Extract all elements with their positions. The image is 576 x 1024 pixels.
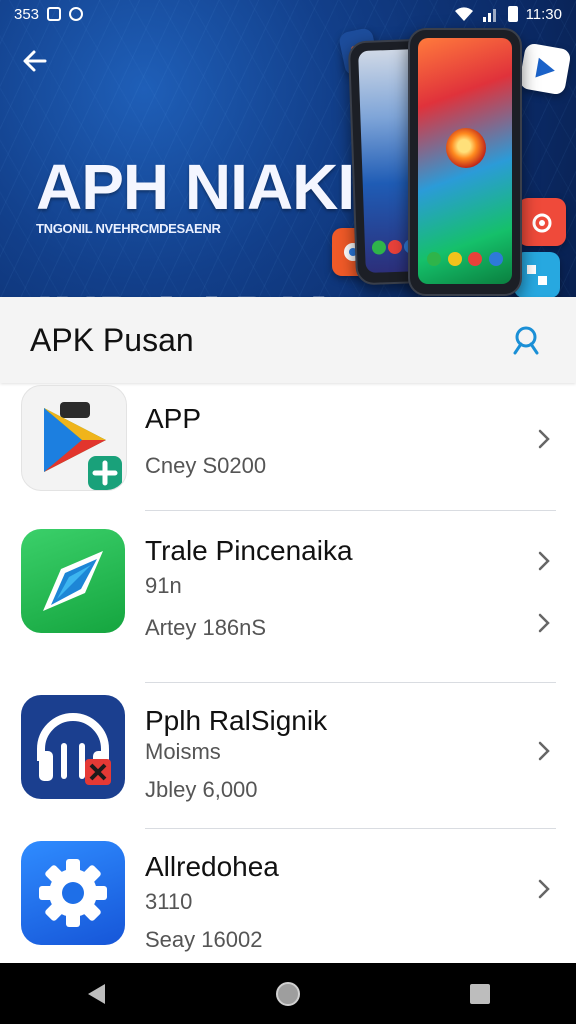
system-nav-bar — [0, 963, 576, 1024]
list-item-app-1[interactable]: APP Cney S0200 — [0, 383, 576, 511]
banner-title: APH NIAKI INDAADIA — [36, 88, 355, 297]
search-icon — [513, 326, 539, 355]
headphones-app-icon — [21, 695, 125, 799]
banner-title-line1: APH NIAKI — [36, 151, 355, 223]
arrow-left-icon — [23, 50, 47, 72]
chevron-right-icon[interactable] — [535, 427, 553, 451]
nav-recents-button[interactable] — [450, 969, 510, 1019]
app-subtitle: Artey 186nS — [145, 615, 267, 640]
chevron-right-icon[interactable] — [535, 611, 553, 635]
wifi-icon — [454, 7, 473, 21]
status-time: 11:30 — [525, 5, 562, 23]
nav-home-button[interactable] — [258, 969, 318, 1019]
chevron-right-icon[interactable] — [535, 739, 553, 763]
play-store-icon — [21, 385, 127, 491]
chevron-right-icon[interactable] — [535, 877, 553, 901]
orb-graphic — [446, 128, 486, 168]
app-list: APP Cney S0200 Trale Pincenaika 91n Arte… — [0, 383, 576, 963]
app-rating: Jbley 6,000 — [145, 777, 258, 802]
app-notification-icon — [69, 7, 84, 21]
phone-illustration-front — [408, 28, 522, 296]
app-title: Pplh RalSignik — [145, 705, 328, 736]
triangle-back-icon — [88, 983, 105, 1004]
list-item-app-2[interactable]: Trale Pincenaika 91n Artey 186nS — [0, 511, 576, 683]
back-button[interactable] — [18, 44, 52, 78]
app-title: Trale Pincenaika — [145, 535, 353, 566]
list-item-app-3[interactable]: Pplh RalSignik Moisms Jbley 6,000 — [0, 683, 576, 829]
app-title: Allredohea — [145, 851, 279, 882]
app-version: 91n — [145, 573, 182, 598]
banner-title-line2: INDAADIA — [36, 286, 354, 297]
battery-icon — [507, 6, 518, 22]
status-bar: 353 11:30 — [0, 0, 576, 28]
app-subtitle: Seay 16002 — [145, 927, 263, 952]
settings-app-icon — [21, 841, 125, 945]
signal-icon — [482, 9, 496, 22]
square-recents-icon — [470, 983, 490, 1004]
floating-camera-icon — [518, 198, 566, 246]
search-button[interactable] — [506, 320, 546, 360]
compass-app-icon — [21, 529, 125, 633]
app-version: 3110 — [145, 889, 193, 914]
page-title: APK Pusan — [30, 321, 194, 358]
hero-banner: APH NIAKI INDAADIA TNGONIL NVEHRCMDESAEN… — [0, 0, 576, 297]
app-title: APP — [145, 403, 202, 434]
home-circle-icon — [276, 981, 300, 1006]
app-subtitle: Cney S0200 — [145, 453, 267, 478]
app-subtitle: Moisms — [145, 739, 221, 764]
app-bar: APK Pusan — [0, 297, 576, 383]
floating-play-icon — [518, 42, 572, 96]
nav-back-button[interactable] — [66, 969, 126, 1019]
status-left-text: 353 — [14, 5, 40, 23]
notification-icon — [47, 7, 62, 21]
banner-subtitle: TNGONIL NVEHRCMDESAENR — [36, 221, 221, 236]
chevron-right-icon[interactable] — [535, 549, 553, 573]
list-item-app-4[interactable]: Allredohea 3110 Seay 16002 — [0, 829, 576, 963]
